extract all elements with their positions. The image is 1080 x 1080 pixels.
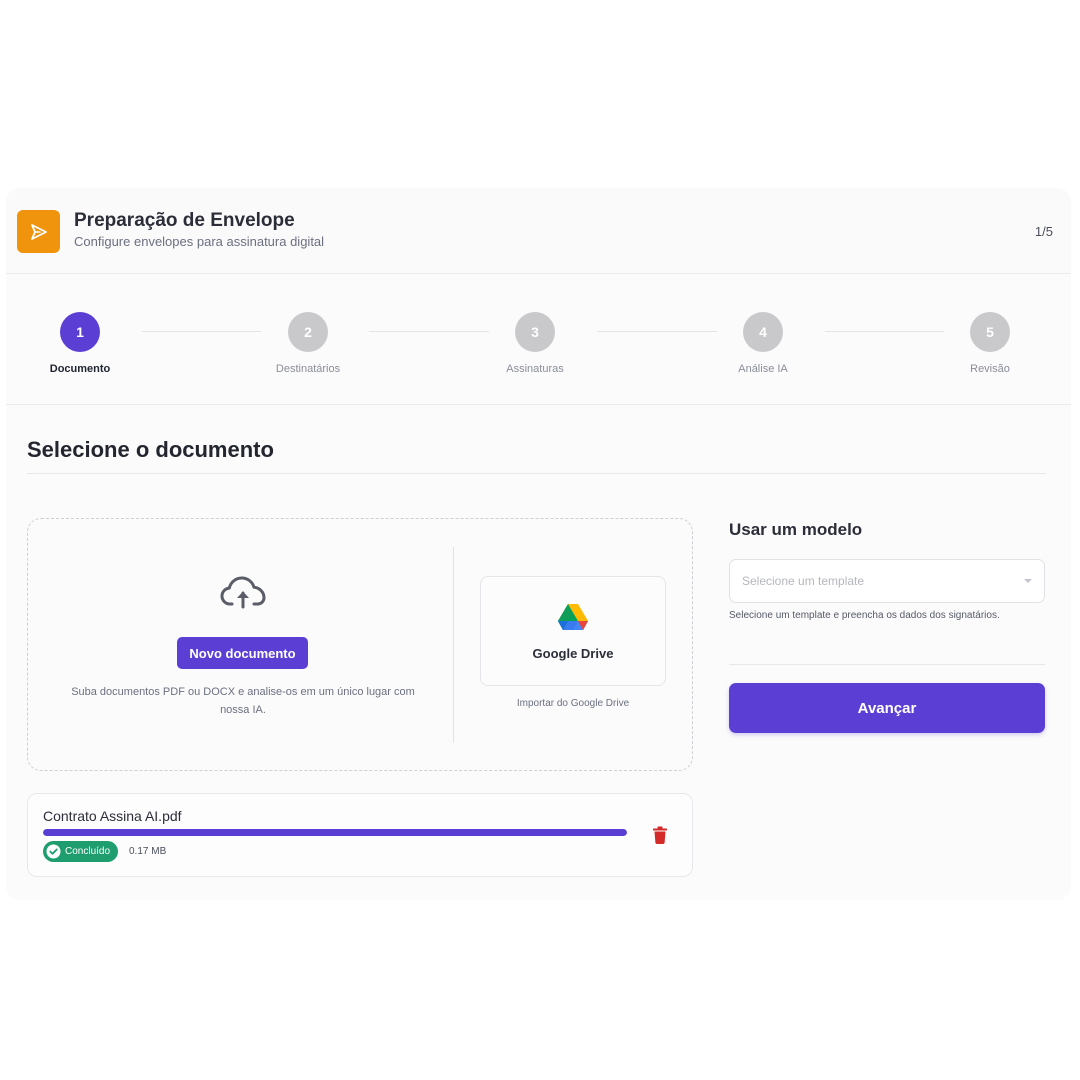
step-connector (825, 331, 944, 332)
google-drive-button[interactable]: Google Drive (480, 576, 666, 686)
trash-icon[interactable] (652, 826, 668, 844)
step-number: 4 (743, 312, 783, 352)
upload-progress-fill (43, 829, 627, 836)
step-label: Destinatários (275, 363, 341, 375)
step-number: 2 (288, 312, 328, 352)
upload-dropzone[interactable]: Novo documento Suba documentos PDF ou DO… (27, 518, 693, 771)
template-section-title: Usar um modelo (729, 520, 863, 539)
page-subtitle: Configure envelopes para assinatura digi… (74, 234, 325, 249)
upload-help-text: Suba documentos PDF ou DOCX e analise-os… (71, 686, 415, 716)
divider (27, 473, 1046, 474)
template-select-placeholder: Selecione um template (742, 574, 865, 588)
send-arrow-icon (17, 210, 60, 253)
section-title: Selecione o documento (27, 437, 274, 462)
status-label: Concluído (65, 846, 111, 857)
step-analise-ia[interactable]: 4 Análise IA (708, 312, 818, 375)
page-title: Preparação de Envelope (74, 210, 295, 231)
step-connector (597, 331, 717, 332)
advance-button[interactable]: Avançar (729, 683, 1045, 733)
google-drive-label: Google Drive (532, 646, 614, 661)
google-drive-help-text: Importar do Google Drive (516, 698, 630, 709)
template-help-text: Selecione um template e preencha os dado… (729, 610, 1000, 621)
step-revisao[interactable]: 5 Revisão (935, 312, 1045, 375)
google-drive-icon (558, 604, 588, 630)
uploaded-file-card: Contrato Assina AI.pdf Concluído 0.17 MB (27, 793, 693, 877)
step-documento[interactable]: 1 Documento (25, 312, 135, 375)
step-label: Análise IA (738, 363, 788, 375)
upload-progress-bar (43, 829, 627, 836)
step-connector (142, 331, 261, 332)
step-number: 3 (515, 312, 555, 352)
step-connector (369, 331, 489, 332)
chevron-down-icon (1024, 579, 1032, 583)
check-circle-icon (46, 844, 61, 859)
page-counter: 1/5 (1034, 224, 1053, 239)
file-name: Contrato Assina AI.pdf (43, 808, 182, 824)
step-number: 5 (970, 312, 1010, 352)
file-size: 0.17 MB (129, 846, 167, 857)
step-label: Documento (49, 363, 111, 375)
step-destinatarios[interactable]: 2 Destinatários (253, 312, 363, 375)
stepper: 1 Documento 2 Destinatários 3 Assinatura… (6, 274, 1071, 405)
step-label: Revisão (970, 363, 1010, 375)
card-header: Preparação de Envelope Configure envelop… (6, 188, 1071, 274)
cloud-upload-icon (220, 576, 266, 609)
template-select[interactable]: Selecione um template (729, 559, 1045, 603)
new-document-button[interactable]: Novo documento (177, 637, 308, 669)
envelope-card: Preparação de Envelope Configure envelop… (6, 188, 1071, 900)
step-assinaturas[interactable]: 3 Assinaturas (480, 312, 590, 375)
step-label: Assinaturas (506, 363, 564, 375)
divider (729, 664, 1045, 665)
step-number: 1 (60, 312, 100, 352)
divider (453, 547, 454, 743)
status-badge: Concluído (43, 841, 119, 862)
